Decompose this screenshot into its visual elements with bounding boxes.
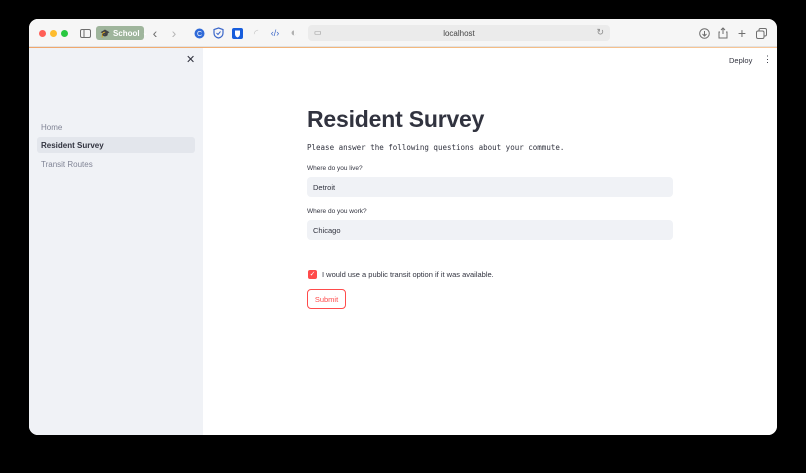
sidebar-item-label: Resident Survey xyxy=(41,140,104,150)
share-icon[interactable] xyxy=(717,26,729,40)
page-title: Resident Survey xyxy=(307,106,485,132)
browser-toolbar: 🎓 School ⌄ ‹ › C ◜ ‹/› ◐ ▭ localhost ↻ + xyxy=(29,19,777,47)
url-text: localhost xyxy=(443,28,475,38)
deploy-button[interactable]: Deploy xyxy=(729,56,752,65)
sidebar-item-resident-survey[interactable]: Resident Survey xyxy=(37,137,195,153)
transit-checkbox-label[interactable]: I would use a public transit option if i… xyxy=(322,270,494,279)
new-tab-icon[interactable]: + xyxy=(736,25,748,41)
main-content: Deploy ⋮ Resident Survey Please answer t… xyxy=(203,48,777,435)
sidebar-icon[interactable] xyxy=(79,26,91,40)
reload-icon[interactable]: ↻ xyxy=(596,27,604,38)
forward-icon[interactable]: › xyxy=(169,25,179,41)
download-icon[interactable] xyxy=(698,26,710,40)
shield-icon[interactable] xyxy=(212,26,224,40)
svg-text:C: C xyxy=(196,31,201,38)
extension-icon[interactable]: C xyxy=(193,26,205,40)
code-icon[interactable]: ‹/› xyxy=(269,26,281,40)
rss-icon[interactable]: ◜ xyxy=(250,26,262,40)
work-field-label: Where do you work? xyxy=(307,208,367,215)
sidebar: ✕ Home Resident Survey Transit Routes xyxy=(29,48,203,435)
chevron-down-icon: ⌄ xyxy=(142,30,148,37)
tabs-icon[interactable] xyxy=(755,26,767,40)
sidebar-item-label: Transit Routes xyxy=(41,159,93,169)
live-field-label: Where do you live? xyxy=(307,165,363,172)
close-window-button[interactable] xyxy=(39,30,46,37)
sidebar-item-label: Home xyxy=(41,122,63,132)
close-sidebar-icon[interactable]: ✕ xyxy=(186,53,195,66)
bitwarden-icon[interactable] xyxy=(231,26,243,40)
reader-icon[interactable]: ◐ xyxy=(288,26,300,40)
browser-window: 🎓 School ⌄ ‹ › C ◜ ‹/› ◐ ▭ localhost ↻ + xyxy=(29,19,777,435)
transit-checkbox[interactable]: ✓ xyxy=(308,270,317,279)
live-input-value: Detroit xyxy=(313,182,336,192)
tab-group-label: School xyxy=(112,28,140,38)
graduation-cap-icon: 🎓 xyxy=(100,28,110,38)
main-menu-icon[interactable]: ⋮ xyxy=(763,54,772,65)
page-icon: ▭ xyxy=(314,28,322,37)
maximize-window-button[interactable] xyxy=(61,30,68,37)
sidebar-item-transit-routes[interactable]: Transit Routes xyxy=(37,156,195,172)
sidebar-item-home[interactable]: Home xyxy=(37,119,195,135)
checkmark-icon: ✓ xyxy=(309,271,316,278)
page-subtitle: Please answer the following questions ab… xyxy=(307,143,565,152)
address-bar[interactable]: ▭ localhost ↻ xyxy=(308,25,610,41)
live-input[interactable]: Detroit xyxy=(307,177,673,197)
submit-button[interactable]: Submit xyxy=(307,289,346,309)
work-input-value: Chicago xyxy=(313,225,341,235)
back-icon[interactable]: ‹ xyxy=(150,25,160,41)
tab-group-button[interactable]: 🎓 School ⌄ xyxy=(96,26,148,40)
work-input[interactable]: Chicago xyxy=(307,220,673,240)
minimize-window-button[interactable] xyxy=(50,30,57,37)
